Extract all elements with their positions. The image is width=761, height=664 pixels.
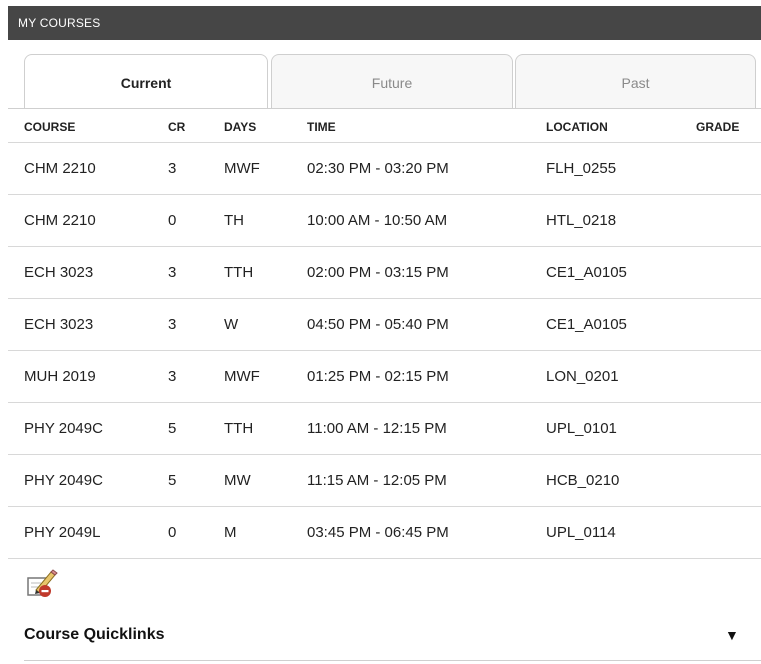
cell-days: MWF: [224, 160, 260, 177]
cell-time: 03:45 PM - 06:45 PM: [307, 524, 449, 541]
course-quicklinks-title[interactable]: Course Quicklinks: [24, 626, 165, 644]
table-row[interactable]: PHY 2049C 5 TTH 11:00 AM - 12:15 PM UPL_…: [8, 403, 761, 455]
cell-course[interactable]: CHM 2210: [24, 195, 96, 247]
cell-time: 11:15 AM - 12:05 PM: [307, 472, 447, 489]
cell-days: MW: [224, 472, 251, 489]
cell-cr: 3: [168, 264, 177, 281]
column-header-cr: CR: [168, 120, 186, 134]
cell-course[interactable]: ECH 3023: [24, 299, 93, 351]
cell-time: 04:50 PM - 05:40 PM: [307, 316, 449, 333]
tab-future[interactable]: Future: [271, 54, 513, 108]
cell-course[interactable]: PHY 2049L: [24, 507, 100, 559]
cell-days: MWF: [224, 368, 260, 385]
cell-location: FLH_0255: [546, 160, 617, 177]
cell-location: UPL_0101: [546, 420, 617, 437]
column-header-location: LOCATION: [546, 120, 608, 134]
cell-cr: 3: [168, 368, 177, 385]
cell-cr: 5: [168, 472, 177, 489]
cell-time: 10:00 AM - 10:50 AM: [307, 212, 448, 229]
course-tabs: Current Future Past: [24, 54, 756, 109]
quicklinks-divider: [24, 660, 761, 661]
tab-past[interactable]: Past: [515, 54, 756, 108]
cell-days: W: [224, 316, 239, 333]
cell-course[interactable]: MUH 2019: [24, 351, 96, 403]
cell-days: M: [224, 524, 237, 541]
cell-cr: 0: [168, 212, 177, 229]
cell-days: TH: [224, 212, 244, 229]
cell-location: LON_0201: [546, 368, 619, 385]
cell-location: CE1_A0105: [546, 264, 627, 281]
cell-course[interactable]: PHY 2049C: [24, 455, 103, 507]
table-row[interactable]: CHM 2210 3 MWF 02:30 PM - 03:20 PM FLH_0…: [8, 143, 761, 195]
column-header-course: COURSE: [24, 120, 76, 134]
cell-course[interactable]: CHM 2210: [24, 143, 96, 195]
cell-days: TTH: [224, 264, 254, 281]
table-row[interactable]: ECH 3023 3 W 04:50 PM - 05:40 PM CE1_A01…: [8, 299, 761, 351]
cell-time: 02:00 PM - 03:15 PM: [307, 264, 449, 281]
column-header-time: TIME: [307, 120, 336, 134]
panel-title: MY COURSES: [8, 6, 761, 40]
cell-time: 01:25 PM - 02:15 PM: [307, 368, 449, 385]
cell-course[interactable]: PHY 2049C: [24, 403, 103, 455]
cell-cr: 0: [168, 524, 177, 541]
cell-course[interactable]: ECH 3023: [24, 247, 93, 299]
tab-divider: [8, 108, 761, 109]
column-header-grade: GRADE: [696, 120, 740, 134]
cell-location: HCB_0210: [546, 472, 620, 489]
cell-days: TTH: [224, 420, 254, 437]
tab-current[interactable]: Current: [24, 54, 268, 109]
my-courses-panel: MY COURSES Current Future Past COURSE CR…: [0, 0, 761, 664]
table-row[interactable]: PHY 2049C 5 MW 11:15 AM - 12:05 PM HCB_0…: [8, 455, 761, 507]
edit-drop-icon[interactable]: [25, 567, 61, 603]
cell-cr: 5: [168, 420, 177, 437]
column-header-days: DAYS: [224, 120, 257, 134]
cell-time: 02:30 PM - 03:20 PM: [307, 160, 449, 177]
cell-location: UPL_0114: [546, 524, 616, 541]
table-row[interactable]: PHY 2049L 0 M 03:45 PM - 06:45 PM UPL_01…: [8, 507, 761, 559]
cell-location: HTL_0218: [546, 212, 617, 229]
cell-cr: 3: [168, 160, 177, 177]
cell-cr: 3: [168, 316, 177, 333]
chevron-down-icon[interactable]: ▼: [725, 627, 739, 643]
cell-time: 11:00 AM - 12:15 PM: [307, 420, 447, 437]
cell-location: CE1_A0105: [546, 316, 627, 333]
table-row[interactable]: CHM 2210 0 TH 10:00 AM - 10:50 AM HTL_02…: [8, 195, 761, 247]
table-row[interactable]: ECH 3023 3 TTH 02:00 PM - 03:15 PM CE1_A…: [8, 247, 761, 299]
table-row[interactable]: MUH 2019 3 MWF 01:25 PM - 02:15 PM LON_0…: [8, 351, 761, 403]
